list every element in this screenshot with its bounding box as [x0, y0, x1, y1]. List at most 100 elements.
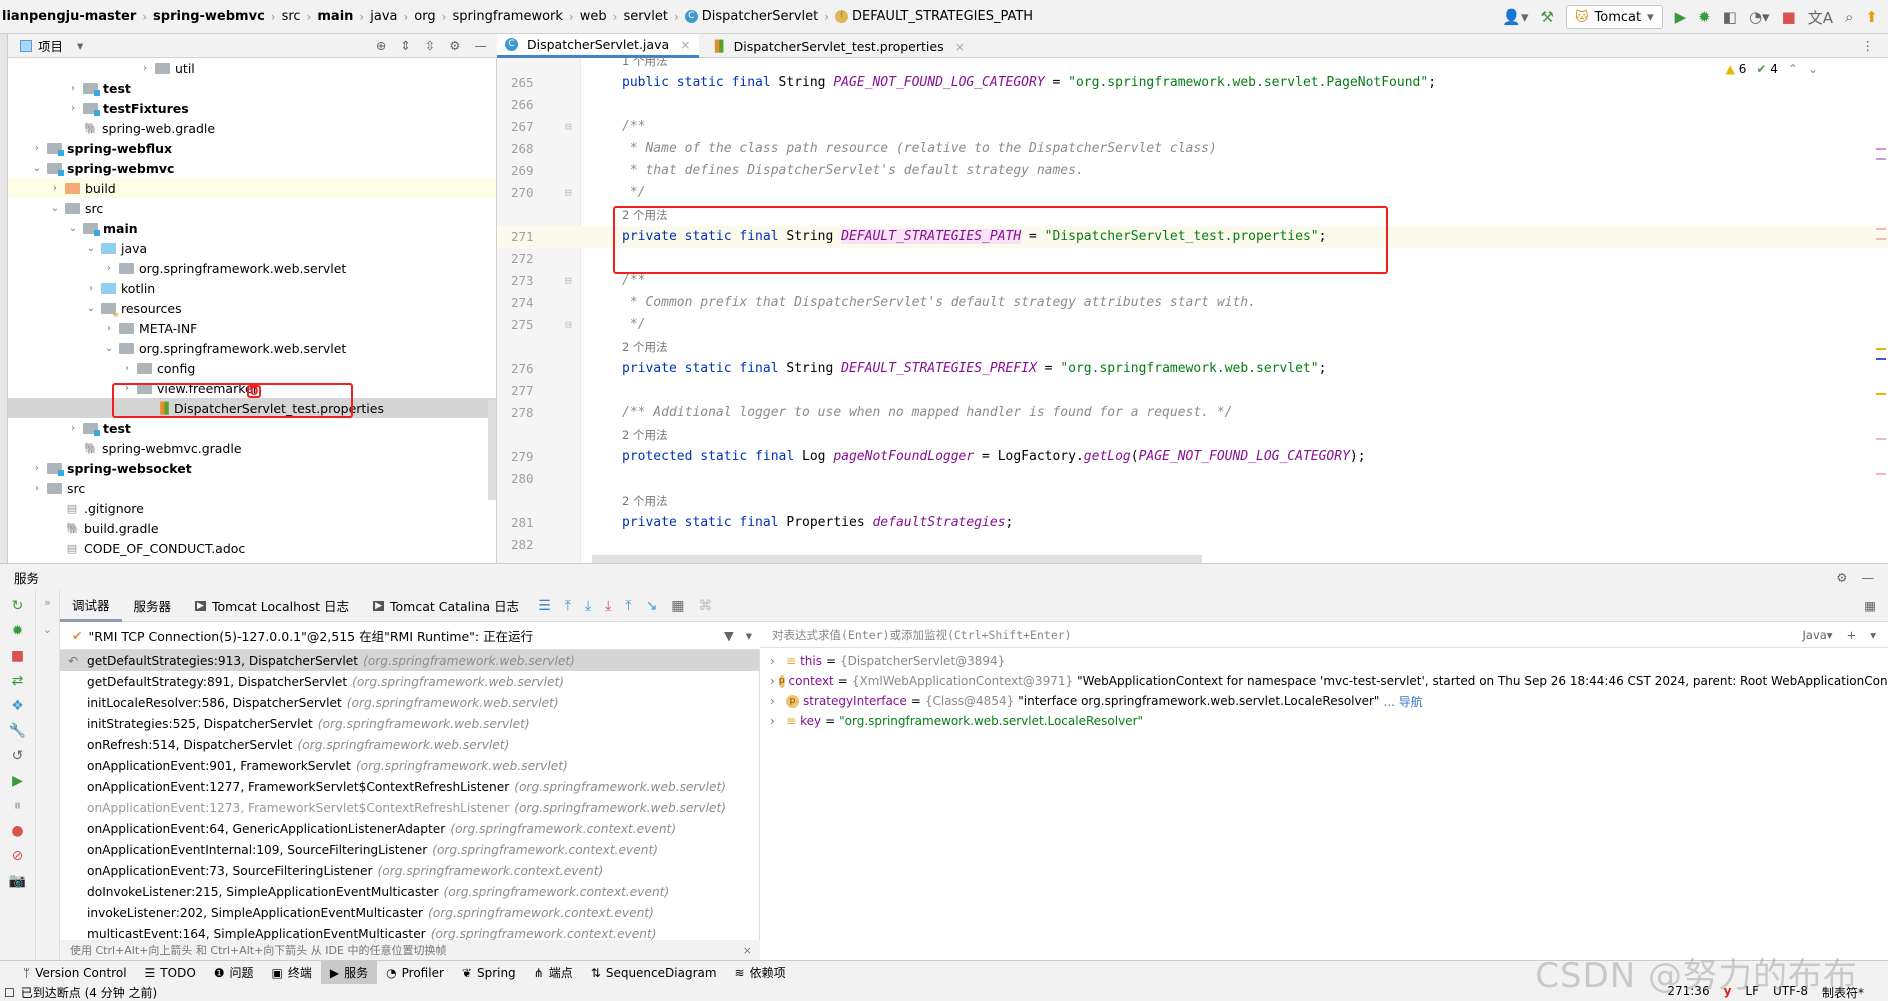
deploy-icon[interactable]: ⇄ — [12, 673, 24, 689]
variable-row[interactable]: › ≡ key = "org.springframework.web.servlet.L… — [760, 711, 1888, 731]
tool-window-button[interactable]: ☰ TODO — [136, 961, 205, 985]
code-line[interactable]: 275 */ ⊟ — [497, 314, 1888, 336]
chevron-right-icon[interactable]: › — [770, 694, 782, 708]
cluster-icon[interactable]: ❖ — [11, 698, 24, 714]
tree-item[interactable]: ▤ .gitignore — [8, 498, 496, 518]
code-line[interactable]: 281 private static final Properties defau… — [497, 512, 1888, 534]
language-select[interactable]: Java▾ — [1803, 628, 1833, 642]
usage-hint-text[interactable]: 2 个用法 — [622, 336, 667, 358]
stack-frame[interactable]: onApplicationEvent:64, GenericApplicatio… — [60, 818, 759, 839]
code-line[interactable]: 276 private static final String DEFAULT_S… — [497, 358, 1888, 380]
tree-item[interactable]: ⌄ org.springframework.web.servlet — [8, 338, 496, 358]
code-line[interactable]: 277 — [497, 380, 1888, 402]
chevron-right-icon[interactable]: › — [120, 363, 134, 374]
refresh-icon[interactable]: ↺ — [12, 748, 24, 764]
chevron-right-icon[interactable]: › — [66, 423, 80, 434]
stack-frame[interactable]: onApplicationEvent:73, SourceFilteringLi… — [60, 860, 759, 881]
navigate-link[interactable]: ... 导航 — [1383, 693, 1422, 710]
breadcrumb-item[interactable]: java — [368, 9, 399, 24]
translate-icon[interactable]: 文A — [1808, 7, 1833, 28]
breadcrumb-item[interactable]: C DispatcherServlet — [683, 9, 820, 24]
gear-icon[interactable]: ⚙ — [1836, 570, 1847, 585]
code-line[interactable]: 267 /** ⊟ — [497, 116, 1888, 138]
tree-item[interactable]: ⌄ spring-webmvc — [8, 158, 496, 178]
editor-tab[interactable]: ▐▌ DispatcherServlet_test.properties × — [699, 34, 973, 58]
horizontal-scrollbar[interactable] — [592, 555, 1202, 563]
chevron-down-icon[interactable]: ⌄ — [84, 243, 98, 254]
tree-item[interactable]: › spring-webflux — [8, 138, 496, 158]
update-icon[interactable]: ⬆ — [1865, 8, 1878, 26]
hide-icon[interactable]: — — [1862, 570, 1875, 585]
code-line[interactable]: 265 public static final String PAGE_NOT_F… — [497, 72, 1888, 94]
tree-item[interactable]: › org.springframework.web.servlet — [8, 258, 496, 278]
tool-window-button[interactable]: ◔ Profiler — [377, 961, 453, 985]
tool-window-button[interactable]: ≋ 依赖项 — [726, 961, 795, 985]
stack-frame[interactable]: initStrategies:525, DispatcherServlet (or… — [60, 713, 759, 734]
chevron-right-icon[interactable]: › — [102, 323, 116, 334]
chevron-down-icon[interactable]: ⌄ — [48, 203, 62, 214]
editor-tab[interactable]: C DispatcherServlet.java × — [497, 34, 699, 58]
breadcrumb-item[interactable]: org — [412, 9, 437, 24]
collapse-all-icon[interactable]: ⇳ — [425, 38, 435, 53]
stack-frame[interactable]: invokeListener:202, SimpleApplicationEve… — [60, 902, 759, 923]
tree-item[interactable]: › spring-websocket — [8, 458, 496, 478]
resume-icon[interactable]: ▶ — [12, 773, 23, 789]
pause-icon[interactable]: ⏸ — [14, 798, 21, 814]
filter-icon[interactable]: ▼ — [724, 628, 734, 643]
step-into-icon[interactable]: ⤓ — [605, 598, 611, 614]
run-to-cursor-icon[interactable]: ↘ — [646, 598, 658, 614]
close-icon[interactable]: × — [680, 37, 690, 52]
camera-icon[interactable]: 📷 — [9, 873, 26, 889]
chevron-right-icon[interactable]: › — [30, 483, 44, 494]
variable-row[interactable]: › ≡ this = {DispatcherServlet@3894} — [760, 651, 1888, 671]
chevron-right-icon[interactable]: › — [770, 654, 782, 668]
inspection-widget[interactable]: ▲ 6 ✔ 4 ⌃ ⌄ — [1726, 62, 1818, 76]
step-over-icon[interactable]: ⤓ — [585, 598, 591, 614]
code-line[interactable]: 280 — [497, 468, 1888, 490]
chevron-down-icon[interactable]: ⌄ — [102, 343, 116, 354]
coverage-icon[interactable]: ◧ — [1723, 8, 1737, 26]
evaluate-icon[interactable]: ▦ — [671, 598, 684, 614]
stack-frame[interactable]: onApplicationEvent:1277, FrameworkServle… — [60, 776, 759, 797]
usage-hint-text[interactable]: 2 个用法 — [622, 490, 667, 512]
stack-frame[interactable]: getDefaultStrategy:891, DispatcherServle… — [60, 671, 759, 692]
debugger-tab[interactable]: 服务器 — [122, 590, 184, 622]
chevron-right-icon[interactable]: › — [138, 63, 152, 74]
close-icon[interactable]: × — [743, 944, 752, 957]
show-execution-point-icon[interactable]: ⤒ — [565, 598, 571, 614]
chevron-right-icon[interactable]: › — [66, 103, 80, 114]
debug-icon[interactable]: ✹ — [1698, 8, 1711, 26]
breadcrumb-item[interactable]: src — [280, 9, 303, 24]
tool-window-button[interactable]: ❶ 问题 — [205, 961, 263, 985]
debugger-tab[interactable]: ▶ Tomcat Localhost 日志 — [183, 590, 361, 622]
mute-breakpoints-icon[interactable]: ⊘ — [12, 848, 24, 864]
stack-frame[interactable]: onApplicationEvent:901, FrameworkServlet… — [60, 755, 759, 776]
code-line[interactable]: 279 protected static final Log pageNotFou… — [497, 446, 1888, 468]
tree-item[interactable]: 🐘 build.gradle — [8, 518, 496, 538]
breadcrumb-item[interactable]: main — [315, 9, 355, 24]
breadcrumb-item[interactable]: f DEFAULT_STRATEGIES_PATH — [833, 9, 1035, 24]
tree-item[interactable]: › config — [8, 358, 496, 378]
rerun-icon[interactable]: ↻ — [12, 598, 24, 614]
chevron-right-icon[interactable]: › — [84, 283, 98, 294]
tool-window-button[interactable]: ▣ 终端 — [263, 961, 321, 985]
trace-icon[interactable]: ⌘ — [699, 598, 713, 614]
project-title[interactable]: 项目 — [38, 36, 63, 55]
locate-icon[interactable]: ⊕ — [376, 38, 386, 53]
gear-icon[interactable]: ⚙ — [449, 38, 460, 53]
chevron-right-icon[interactable]: › — [102, 263, 116, 274]
code-line[interactable]: 266 — [497, 94, 1888, 116]
view-breakpoints-icon[interactable]: ● — [11, 823, 23, 839]
chevron-down-icon[interactable]: ⌄ — [30, 163, 44, 174]
chevron-right-icon[interactable]: › — [770, 714, 782, 728]
step-out-icon[interactable]: ⤒ — [625, 598, 631, 614]
tree-item[interactable]: ⌄ main — [8, 218, 496, 238]
tool-window-button[interactable]: ▶ 服务 — [320, 960, 378, 985]
chevron-down-icon[interactable]: ▾ — [1870, 628, 1876, 642]
tool-window-button[interactable]: ❦ Spring — [453, 961, 525, 985]
chevron-down-icon[interactable]: ▾ — [746, 628, 752, 643]
fold-icon[interactable]: ⊟ — [565, 314, 572, 336]
profile-icon[interactable]: ◔▾ — [1749, 8, 1770, 26]
stack-frame[interactable]: initLocaleResolver:586, DispatcherServle… — [60, 692, 759, 713]
code-line[interactable]: 268 * Name of the class path resource (r… — [497, 138, 1888, 160]
